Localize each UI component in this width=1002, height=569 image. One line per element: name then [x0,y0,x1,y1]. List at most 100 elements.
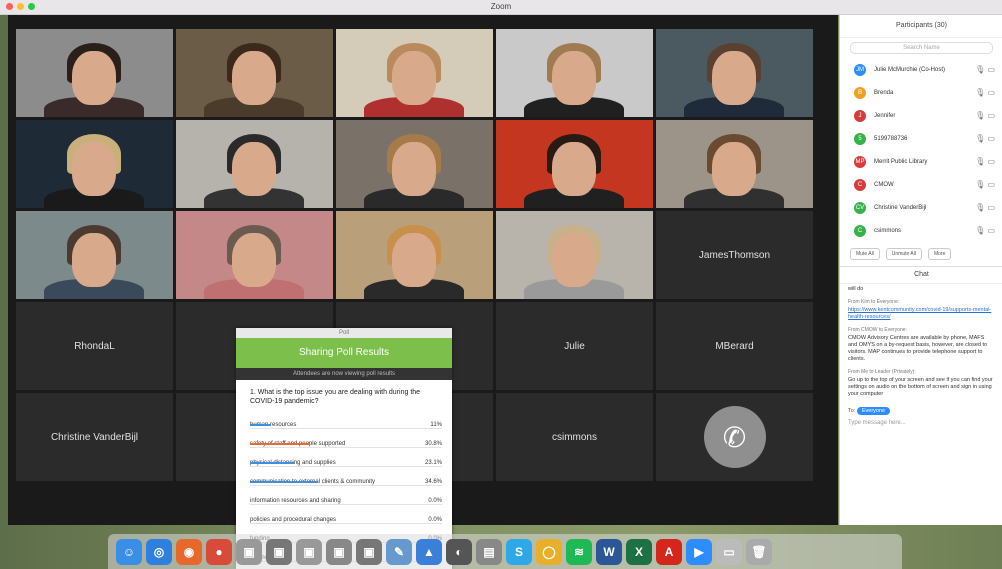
mic-camera-icon[interactable]: 🎙 ▭ [975,65,995,74]
participant-row[interactable]: J Jennifer 🎙 ▭ [840,104,1002,127]
word-icon[interactable]: W [596,538,622,565]
keynote-icon[interactable]: ▲ [416,538,442,565]
excel-icon[interactable]: X [626,538,652,565]
poll-header: Sharing Poll Results [236,338,452,368]
app-icon[interactable]: ▣ [266,538,292,565]
close-window-button[interactable] [6,3,13,10]
poll-answer-row: communication to external clients & comm… [250,467,442,486]
skype-icon[interactable]: S [506,538,532,565]
mic-camera-icon[interactable]: 🎙 ▭ [975,226,995,235]
video-person-face [712,142,756,196]
avatar: 5 [854,132,866,145]
participant-tile[interactable] [336,211,493,299]
safari-icon[interactable]: ◎ [146,538,172,565]
participant-tile[interactable]: JamesThomson [656,211,813,299]
participant-tile[interactable] [176,29,333,117]
acrobat-icon[interactable]: A [656,538,682,565]
mic-camera-icon[interactable]: 🎙 ▭ [975,203,995,212]
mic-camera-icon[interactable]: 🎙 ▭ [975,111,995,120]
more-button[interactable]: More [927,248,952,260]
chrome-icon[interactable]: ● [206,538,232,565]
participant-name: Christine VanderBijl [50,431,139,443]
app-icon[interactable]: ▣ [326,538,352,565]
participant-tile[interactable] [336,29,493,117]
avatar: JM [854,63,866,76]
participant-row[interactable]: B Brenda 🎙 ▭ [840,81,1002,104]
participant-tile[interactable] [656,29,813,117]
chat-messages: will do From Kim to Everyone: https://www.… [840,284,1002,400]
app-icon[interactable]: ✎ [386,538,412,565]
participant-tile[interactable] [336,120,493,208]
participant-search-input[interactable]: Search Name [850,42,993,54]
mic-camera-icon[interactable]: 🎙 ▭ [975,180,995,189]
app-icon[interactable]: ▤ [476,538,502,565]
participant-tile[interactable]: ✆ [656,393,813,481]
participant-row[interactable]: C CMOW 🎙 ▭ [840,173,1002,196]
participant-tile[interactable]: RhondaL [16,302,173,390]
chat-message: CMOW Advisory Centres are available by p… [848,335,988,362]
video-person-face [392,142,436,196]
zoom-icon[interactable]: ▶ [686,538,712,565]
participant-tile[interactable] [496,120,653,208]
window-title: Zoom [490,2,512,11]
mic-camera-icon[interactable]: 🎙 ▭ [975,88,995,97]
chat-recipient: To: Everyone [840,400,1002,416]
poll-answer-percent: 30.8% [424,441,442,447]
poll-subheader: Attendees are now viewing poll results [236,368,452,380]
finder-icon[interactable]: ☺ [116,538,142,565]
window-controls[interactable] [6,3,35,10]
participant-row[interactable]: Ccsimmons 🎙 ▭ [840,219,1002,242]
participant-tile[interactable] [16,29,173,117]
participant-tile[interactable] [496,211,653,299]
poll-answer-percent: 23.1% [424,460,442,466]
participant-name: Merrit Public Library [874,158,928,165]
poll-answer-row: safety of staff and people supported30.8… [250,429,442,448]
chat-message: will do [848,286,864,292]
participant-tile[interactable] [656,120,813,208]
participant-row[interactable]: MP Merrit Public Library 🎙 ▭ [840,150,1002,173]
app-icon[interactable]: ◐ [446,538,472,565]
minimize-window-button[interactable] [17,3,24,10]
participant-tile[interactable]: MBerard [656,302,813,390]
chat-sender: From Kim to Everyone: [848,299,900,305]
app-icon[interactable]: ▭ [716,538,742,565]
participant-tile[interactable] [496,29,653,117]
participant-row[interactable]: JM Julie McMurchie (Co-Host) 🎙 ▭ [840,58,1002,81]
participant-tile[interactable] [16,211,173,299]
video-person-face [72,233,116,287]
chat-title: Chat [840,266,1002,284]
participant-name: Jennifer [874,112,896,119]
trash-icon[interactable]: 🗑 [746,538,772,565]
participants-list: JM Julie McMurchie (Co-Host) 🎙 ▭ B Brenda 🎙 ▭… [840,58,1002,242]
mute-all-button[interactable]: Mute All [850,248,880,260]
unmute-all-button[interactable]: Unmute All [885,248,922,260]
participant-name: RhondaL [74,340,115,352]
video-person-face [72,51,116,105]
app-icon[interactable]: ▣ [356,538,382,565]
mic-camera-icon[interactable]: 🎙 ▭ [975,134,995,143]
firefox-icon[interactable]: ◉ [176,538,202,565]
participant-tile[interactable]: Christine VanderBijl [16,393,173,481]
chat-recipient-select[interactable]: Everyone [856,407,891,415]
participant-tile[interactable]: csimmons [496,393,653,481]
participant-tile[interactable] [176,211,333,299]
avatar: J [854,109,866,122]
app-icon[interactable]: ▣ [236,538,262,565]
participant-tile[interactable] [16,120,173,208]
app-icon[interactable]: ◯ [536,538,562,565]
zoom-window-button[interactable] [28,3,35,10]
chat-link[interactable]: https://www.kentcommunity.com/covid-19/s… [840,305,1002,323]
participant-row[interactable]: 5 5199788736 🎙 ▭ [840,127,1002,150]
poll-answer-row: policies and procedural changes 0.0% [250,505,442,524]
mic-camera-icon[interactable]: 🎙 ▭ [975,157,995,166]
participant-row[interactable]: CV Christine VanderBijl 🎙 ▭ [840,196,1002,219]
poll-answer-percent: 34.6% [424,479,442,485]
participant-name: 5199788736 [874,135,908,142]
app-icon[interactable]: ▣ [296,538,322,565]
participant-tile[interactable] [176,120,333,208]
poll-results-window: Poll Sharing Poll Results Attendees are … [236,328,452,569]
chat-message-input[interactable]: Type message here... [840,416,1002,430]
video-person-face [232,233,276,287]
spotify-icon[interactable]: ≋ [566,538,592,565]
participant-tile[interactable]: Julie [496,302,653,390]
